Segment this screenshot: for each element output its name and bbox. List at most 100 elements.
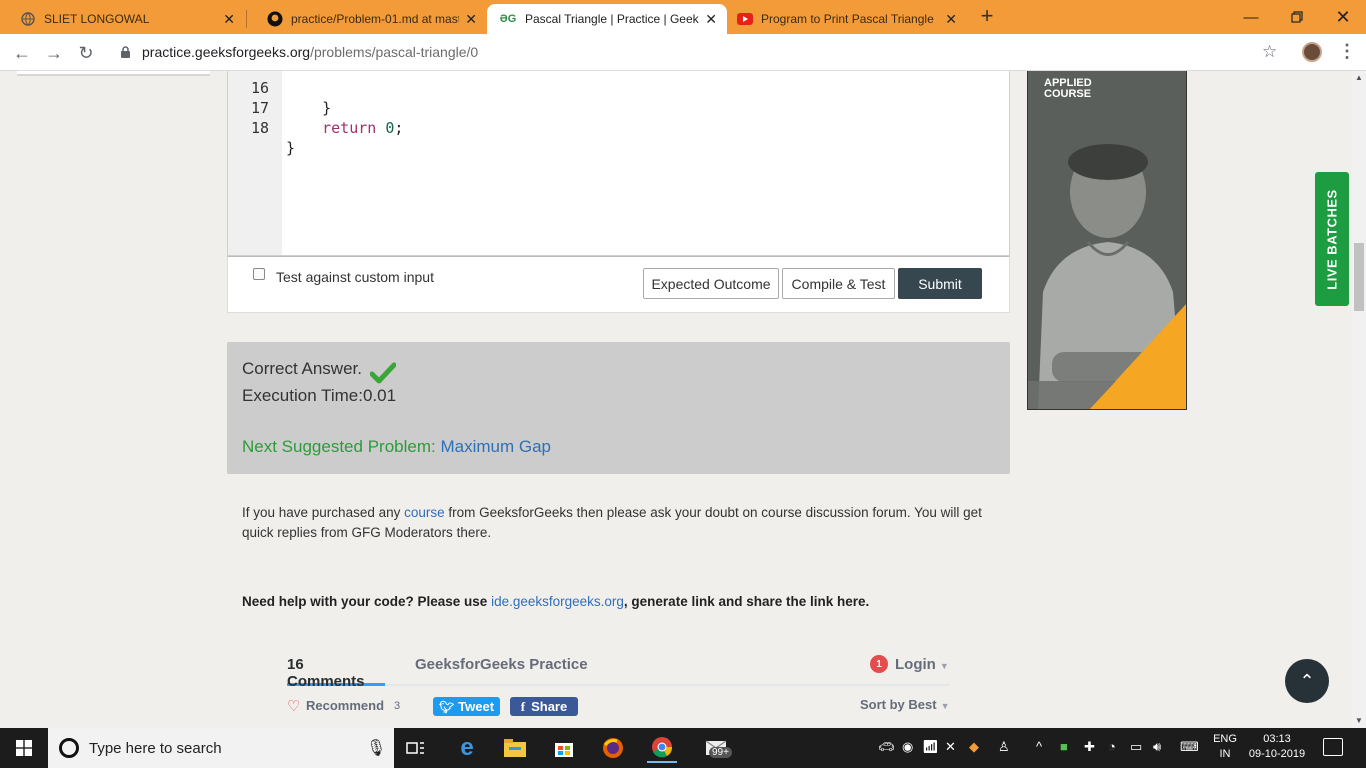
taskbar-search[interactable]: Type here to search 🎙︎ [48, 728, 394, 768]
course-link[interactable]: course [404, 505, 445, 520]
next-label: Next Suggested Problem: [242, 437, 436, 456]
url-field[interactable]: practice.geeksforgeeks.org/problems/pasc… [110, 38, 1290, 66]
facebook-icon: f [520, 698, 526, 714]
scroll-thumb[interactable] [1354, 243, 1364, 311]
tab-youtube[interactable]: Program to Print Pascal Triangle ✕ [727, 4, 967, 34]
next-problem-link[interactable]: Maximum Gap [440, 437, 551, 456]
globe-icon [20, 11, 36, 27]
tab-title: SLIET LONGOWAL [44, 12, 150, 26]
recommend-button[interactable]: Recommend [306, 698, 384, 713]
caret-down-icon: ▼ [939, 661, 949, 671]
tray-updates-icon[interactable]: ◆ [969, 739, 979, 755]
menu-kebab-icon[interactable]: ⋮ [1338, 41, 1356, 62]
chrome-icon[interactable] [647, 733, 677, 763]
browser-tab-bar: SLIET LONGOWAL ✕ practice/Problem-01.md … [0, 0, 1366, 34]
share-button[interactable]: f Share [510, 697, 578, 716]
profile-avatar[interactable] [1302, 42, 1322, 62]
scroll-down-arrow-icon[interactable]: ▼ [1355, 716, 1363, 725]
page-content: 16 } 17 return 0; 18 } Test against cust… [0, 71, 1352, 728]
url-host: practice.geeksforgeeks.org [142, 44, 311, 60]
bookmark-star-icon[interactable]: ☆ [1262, 42, 1277, 62]
task-view-icon[interactable] [401, 733, 431, 763]
checkmark-icon [369, 362, 397, 389]
twitter-icon: 🐦︎ [438, 699, 455, 714]
editor-controls: Test against custom input Expected Outco… [227, 256, 1010, 313]
forward-arrow-icon[interactable]: → [42, 41, 66, 65]
tab-title: practice/Problem-01.md at master [291, 12, 460, 26]
chevron-up-icon: ⌃ [1299, 670, 1315, 691]
ad-banner[interactable]: APPLIED COURSE [1027, 71, 1187, 410]
close-window-button[interactable]: ✕ [1320, 0, 1366, 34]
minimize-button[interactable]: — [1228, 0, 1274, 34]
code-text: } [286, 139, 296, 157]
ad-logo: APPLIED COURSE [1044, 77, 1092, 100]
windows-start-icon[interactable] [0, 728, 48, 768]
close-icon[interactable]: ✕ [705, 11, 717, 28]
battery-icon[interactable]: ▭ [1130, 739, 1142, 755]
keyboard-icon[interactable]: ⌨ [1180, 739, 1199, 755]
language-indicator[interactable]: ENG IN [1213, 732, 1237, 762]
tab-comments[interactable]: 16 Comments [287, 656, 385, 690]
cortana-icon [59, 738, 79, 758]
tweet-button[interactable]: 🐦︎ Tweet [433, 697, 500, 716]
page-scrollbar[interactable]: ▲ ▼ [1352, 71, 1366, 728]
code-line: 16 } [228, 71, 331, 117]
comments-header: 16 Comments GeeksforGeeks Practice 1 Log… [287, 654, 950, 690]
restore-button[interactable] [1274, 0, 1320, 34]
live-batches-tab[interactable]: LIVE BATCHES [1315, 172, 1349, 306]
ad-person-image [1028, 71, 1186, 409]
tab-title: Program to Print Pascal Triangle [761, 12, 934, 26]
volume-icon[interactable]: 🔊︎ [1153, 739, 1161, 755]
custom-input-label[interactable]: Test against custom input [276, 269, 434, 285]
tray-bluetooth-icon[interactable]: ✕ [945, 739, 956, 755]
chevron-up-icon[interactable]: ^ [1036, 739, 1042, 754]
edge-icon[interactable]: e [452, 733, 482, 763]
system-clock[interactable]: 03:13 09-10-2019 [1247, 732, 1307, 762]
close-icon[interactable]: ✕ [945, 11, 957, 28]
wifi-icon[interactable]: ◔ [1108, 739, 1116, 754]
people-icon[interactable]: ♙ [998, 739, 1010, 755]
mail-icon[interactable]: 99+ [697, 733, 737, 763]
custom-input-checkbox[interactable] [253, 268, 265, 280]
tab-community[interactable]: GeeksforGeeks Practice [415, 656, 588, 673]
sort-dropdown[interactable]: Sort by Best ▼ [860, 697, 950, 712]
code-line: 18 } [228, 98, 295, 157]
heart-icon[interactable]: ♡ [287, 697, 300, 715]
expected-outcome-button[interactable]: Expected Outcome [643, 268, 779, 299]
close-icon[interactable]: ✕ [223, 11, 235, 28]
firefox-icon[interactable] [598, 733, 628, 763]
submit-button[interactable]: Submit [898, 268, 982, 299]
code-editor[interactable]: 16 } 17 return 0; 18 } [227, 71, 1010, 256]
tray-security-icon[interactable]: ■ [1060, 739, 1068, 754]
url-path: /problems/pascal-triangle/0 [310, 44, 479, 60]
tab-title: Pascal Triangle | Practice | GeeksforGee… [525, 12, 699, 26]
scroll-top-button[interactable]: ⌃ [1285, 659, 1329, 703]
notification-badge: 1 [870, 655, 888, 673]
scroll-up-arrow-icon[interactable]: ▲ [1355, 73, 1363, 82]
tab-github[interactable]: practice/Problem-01.md at master ✕ [247, 4, 487, 34]
windows-taskbar: Type here to search 🎙︎ e 99+ 🚗︎ ◉ 📶︎ ✕ ◆… [0, 728, 1366, 768]
help-text: Need help with your code? Please use ide… [242, 594, 870, 609]
course-info-text: If you have purchased any course from Ge… [242, 505, 982, 540]
tray-defender-icon[interactable]: ✚ [1084, 739, 1095, 755]
close-icon[interactable]: ✕ [465, 11, 477, 28]
new-tab-button[interactable]: + [975, 3, 999, 29]
tray-app-icon[interactable]: 🚗︎ [878, 739, 895, 755]
gfg-icon: ƏG [499, 13, 517, 25]
reload-icon[interactable]: ↻ [74, 41, 98, 65]
compile-test-button[interactable]: Compile & Test [782, 268, 895, 299]
microphone-icon[interactable]: 🎙︎ [366, 738, 386, 758]
ide-link[interactable]: ide.geeksforgeeks.org [491, 594, 624, 609]
notifications-icon[interactable] [1323, 738, 1343, 756]
tray-globe-icon[interactable]: ◉ [902, 739, 913, 755]
tray-network-icon[interactable]: 📶︎ [922, 739, 939, 755]
store-icon[interactable] [549, 733, 579, 763]
code-line: 17 return 0; [228, 78, 403, 137]
tab-sliet[interactable]: SLIET LONGOWAL ✕ [0, 4, 245, 34]
back-arrow-icon[interactable]: ← [10, 41, 34, 65]
recommend-count: 3 [394, 700, 401, 712]
code-text: } [286, 99, 332, 117]
file-explorer-icon[interactable] [500, 733, 530, 763]
login-dropdown[interactable]: Login ▼ [895, 656, 949, 673]
tab-pascal-triangle[interactable]: ƏG Pascal Triangle | Practice | Geeksfor… [487, 4, 727, 34]
